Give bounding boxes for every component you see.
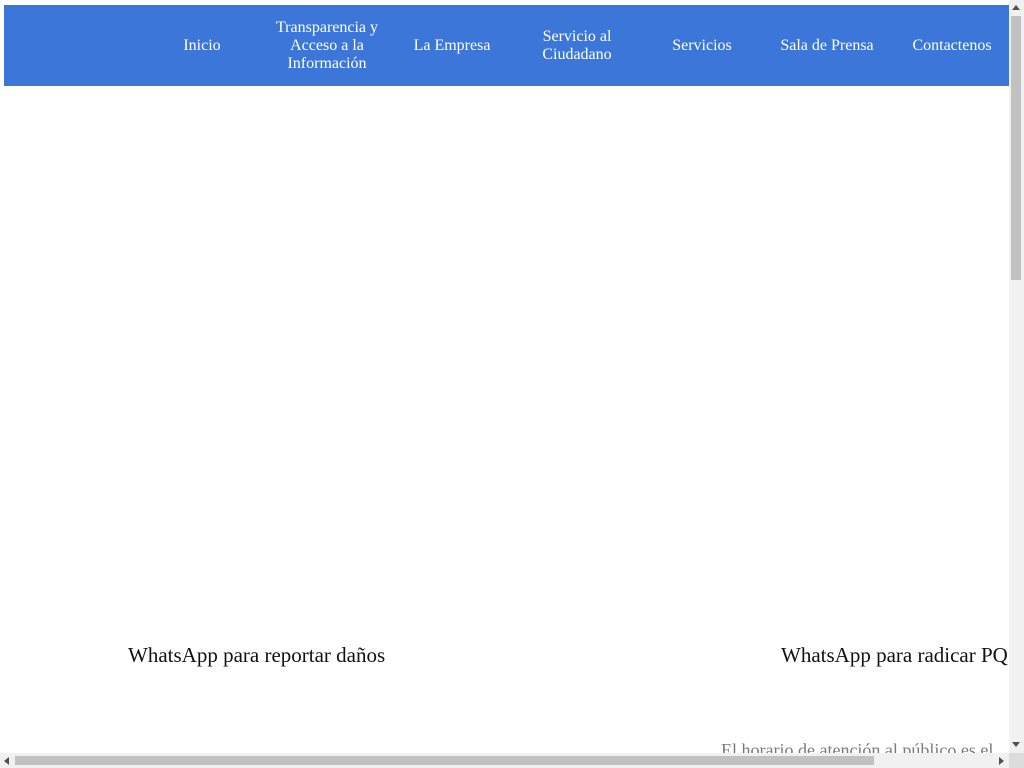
page-viewport: Inicio Transparencia y Acceso a la Infor… — [0, 0, 1009, 753]
whatsapp-pqr-title: WhatsApp para radicar PQ — [781, 643, 1008, 667]
nav-item-label: Sala de Prensa — [780, 36, 874, 54]
nav-item-label: Servicio al Ciudadano — [542, 27, 612, 63]
horizontal-scrollbar[interactable] — [0, 753, 1009, 768]
nav-item-inicio[interactable]: Inicio — [142, 5, 262, 86]
scroll-left-arrow-icon[interactable] — [4, 757, 9, 765]
scrollbar-corner — [1009, 753, 1024, 768]
scroll-down-arrow-icon[interactable] — [1012, 742, 1020, 747]
whatsapp-damage-report-title: WhatsApp para reportar daños — [128, 643, 386, 667]
scroll-up-arrow-icon[interactable] — [1012, 5, 1020, 10]
horizontal-scrollbar-thumb[interactable] — [15, 756, 874, 765]
nav-item-servicios[interactable]: Servicios — [642, 5, 762, 86]
nav-item-servicio-al-ciudadano[interactable]: Servicio al Ciudadano — [527, 5, 627, 86]
nav-item-la-empresa[interactable]: La Empresa — [392, 5, 512, 86]
nav-item-label: Servicios — [672, 36, 732, 54]
nav-item-label: Contactenos — [912, 36, 992, 54]
nav-item-label: Transparencia y Acceso a la Información — [275, 18, 379, 72]
nav-item-contactenos[interactable]: Contactenos — [892, 5, 1009, 86]
main-navigation-bar: Inicio Transparencia y Acceso a la Infor… — [4, 5, 1009, 86]
scroll-right-arrow-icon[interactable] — [999, 757, 1004, 765]
vertical-scrollbar-thumb[interactable] — [1011, 16, 1021, 280]
vertical-scrollbar[interactable] — [1009, 0, 1024, 753]
nav-item-label: La Empresa — [413, 36, 491, 54]
nav-item-label: Inicio — [183, 36, 221, 54]
nav-item-sala-de-prensa[interactable]: Sala de Prensa — [767, 5, 887, 86]
schedule-text: El horario de atención al público es el — [721, 740, 994, 753]
nav-item-transparencia[interactable]: Transparencia y Acceso a la Información — [267, 5, 387, 86]
